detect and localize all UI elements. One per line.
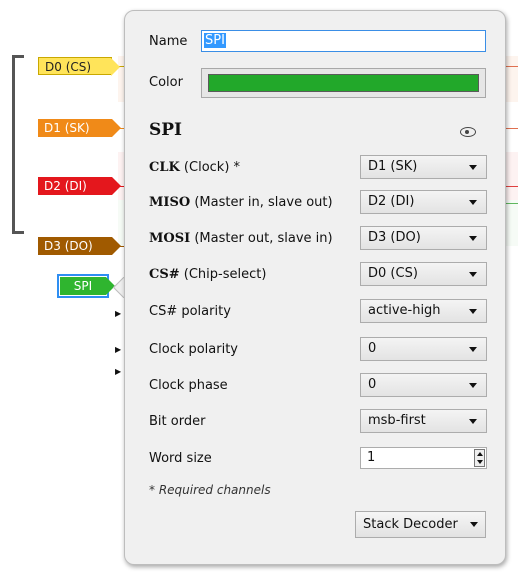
- channel-tag-d2[interactable]: D2 (DI): [38, 177, 121, 195]
- name-input-value: SPI: [204, 33, 226, 48]
- stack-decoder-button[interactable]: Stack Decoder: [355, 511, 486, 538]
- option-label-clock-polarity: Clock polarity: [149, 342, 238, 357]
- name-input[interactable]: SPI: [201, 30, 486, 52]
- option-label-cs-polarity: CS# polarity: [149, 304, 231, 319]
- option-label-word-size: Word size: [149, 451, 212, 466]
- clk-channel-select[interactable]: D1 (SK): [360, 155, 487, 179]
- channel-tag-d3[interactable]: D3 (DO): [38, 237, 121, 255]
- option-label-bit-order: Bit order: [149, 414, 206, 429]
- option-label-miso: MISO (Master in, slave out): [149, 195, 333, 210]
- channel-tag-d1[interactable]: D1 (SK): [38, 119, 121, 137]
- spin-arrows-icon[interactable]: [474, 449, 485, 467]
- mosi-channel-select[interactable]: D3 (DO): [360, 226, 487, 250]
- word-size-spinbox[interactable]: 1: [360, 447, 487, 469]
- decoder-section-title: SPI: [149, 120, 183, 140]
- trace-d0-right: [505, 66, 518, 67]
- word-size-value: 1: [367, 450, 376, 465]
- channel-group-bracket[interactable]: [12, 55, 24, 234]
- cs-polarity-select[interactable]: active-high: [360, 299, 487, 323]
- clock-phase-select[interactable]: 0: [360, 373, 487, 397]
- expand-arrow-icon[interactable]: ▶: [115, 367, 121, 376]
- color-label: Color: [149, 75, 183, 90]
- miso-channel-select[interactable]: D2 (DI): [360, 190, 487, 214]
- option-label-cs: CS# (Chip-select): [149, 267, 267, 282]
- color-swatch: [208, 74, 479, 92]
- option-label-clock-phase: Clock phase: [149, 378, 228, 393]
- color-picker-button[interactable]: [201, 68, 486, 98]
- channel-tag-d0[interactable]: D0 (CS): [38, 57, 120, 76]
- trace-spi-right: [505, 203, 518, 204]
- eye-icon[interactable]: [460, 127, 476, 137]
- decoder-tag-spi[interactable]: SPI: [57, 274, 115, 298]
- option-label-mosi: MOSI (Master out, slave in): [149, 231, 333, 246]
- trace-d2-right: [505, 186, 518, 187]
- cs-channel-select[interactable]: D0 (CS): [360, 262, 487, 286]
- expand-arrow-icon[interactable]: ▶: [115, 309, 121, 318]
- required-channels-note: * Required channels: [149, 483, 271, 497]
- decoder-properties-popup: Name SPI Color SPI CLK (Clock) * D1 (SK)…: [124, 10, 506, 565]
- expand-arrow-icon[interactable]: ▶: [115, 345, 121, 354]
- clock-polarity-select[interactable]: 0: [360, 337, 487, 361]
- option-label-clk: CLK (Clock) *: [149, 160, 241, 175]
- name-label: Name: [149, 34, 188, 49]
- trace-d1-right: [505, 128, 518, 129]
- bit-order-select[interactable]: msb-first: [360, 409, 487, 433]
